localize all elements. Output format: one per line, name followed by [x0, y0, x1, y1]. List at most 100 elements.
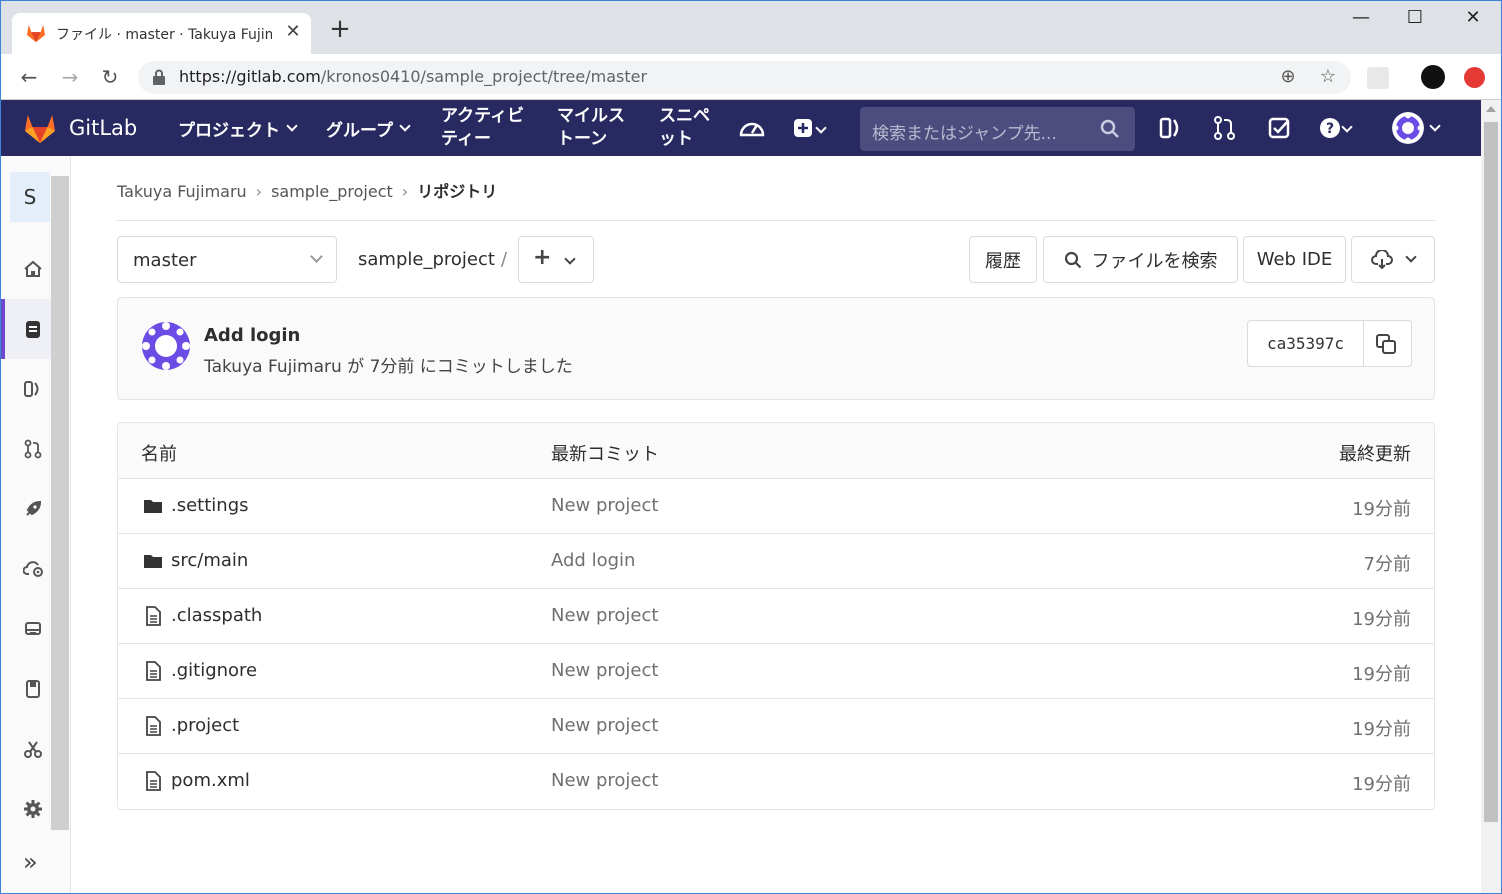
- gitlab-logo-icon[interactable]: [23, 112, 57, 144]
- close-window-icon[interactable]: ✕: [1453, 7, 1493, 35]
- sidebar-item-repository[interactable]: [1, 299, 51, 359]
- zoom-icon[interactable]: ⊕: [1276, 66, 1300, 90]
- sidebar-item-settings[interactable]: [1, 779, 51, 839]
- home-icon: [24, 260, 42, 277]
- last-commit-panel: Add login Takuya Fujimaru が 7分前 にコミットしまし…: [117, 297, 1435, 400]
- commit-author-avatar[interactable]: [142, 322, 190, 370]
- plus-icon: +: [533, 245, 552, 270]
- gitlab-brand[interactable]: GitLab: [69, 116, 137, 140]
- maximize-icon[interactable]: ☐: [1395, 7, 1435, 35]
- web-ide-button[interactable]: Web IDE: [1243, 236, 1346, 283]
- find-file-button[interactable]: ファイルを検索: [1043, 236, 1238, 283]
- table-row[interactable]: pom.xml New project 19分前: [118, 754, 1434, 809]
- extension-icon[interactable]: [1367, 67, 1389, 89]
- sidebar-item-packages[interactable]: [1, 599, 51, 659]
- chevron-right-icon: ›: [255, 182, 263, 201]
- dashboard-gauge-icon[interactable]: [738, 115, 766, 141]
- branch-selector[interactable]: master: [117, 236, 337, 283]
- lock-icon: [153, 69, 165, 85]
- page-scrollbar[interactable]: [1481, 100, 1501, 893]
- rocket-icon: [26, 500, 42, 516]
- reload-icon[interactable]: ↻: [96, 63, 124, 91]
- table-row[interactable]: .classpath New project 19分前: [118, 589, 1434, 644]
- file-icon: [146, 606, 161, 626]
- new-item-dropdown[interactable]: [793, 115, 837, 141]
- profile-avatar[interactable]: [1421, 65, 1445, 89]
- todos-icon[interactable]: [1266, 115, 1294, 141]
- bookmark-star-icon[interactable]: ☆: [1316, 66, 1340, 90]
- svg-text:?: ?: [1326, 121, 1334, 137]
- chevron-down-icon: [815, 122, 827, 134]
- nav-snippets[interactable]: スニペ ット: [659, 100, 710, 156]
- chevron-down-icon: [1405, 251, 1417, 263]
- breadcrumb-user[interactable]: Takuya Fujimaru: [117, 182, 247, 201]
- commit-sha-group: ca35397c: [1247, 320, 1412, 367]
- sidebar-item-project[interactable]: [1, 239, 51, 299]
- commit-title[interactable]: Add login: [204, 325, 300, 346]
- cloud-download-icon: [1371, 249, 1393, 269]
- file-icon: [146, 661, 161, 681]
- breadcrumb-repository[interactable]: リポジトリ: [417, 182, 497, 201]
- address-bar[interactable]: https://gitlab.com/kronos0410/sample_pro…: [138, 61, 1351, 94]
- search-input[interactable]: 検索またはジャンプ先...: [860, 107, 1135, 151]
- breadcrumb: Takuya Fujimaru › sample_project › リポジトリ: [117, 178, 497, 202]
- sidebar-item-ci-cd[interactable]: [1, 479, 51, 539]
- cloud-gear-icon: [23, 561, 43, 577]
- sidebar-item-snippets[interactable]: [1, 719, 51, 779]
- sidebar-item-wiki[interactable]: [1, 659, 51, 719]
- table-row[interactable]: .project New project 19分前: [118, 699, 1434, 754]
- forward-icon[interactable]: →: [56, 63, 84, 91]
- new-tab-button[interactable]: +: [326, 16, 354, 44]
- help-dropdown[interactable]: ?: [1319, 115, 1359, 141]
- help-icon: ?: [1320, 118, 1340, 138]
- chevron-down-icon: [286, 119, 298, 132]
- merge-requests-icon: [24, 439, 42, 459]
- sidebar-item-operations[interactable]: [1, 539, 51, 599]
- table-header: 名前 最新コミット 最終更新: [118, 423, 1434, 479]
- commit-sha[interactable]: ca35397c: [1248, 321, 1364, 366]
- breadcrumb-project[interactable]: sample_project: [271, 182, 393, 201]
- scroll-thumb[interactable]: [1484, 122, 1498, 822]
- header-last-commit: 最新コミット: [551, 444, 659, 465]
- merge-requests-icon[interactable]: [1211, 115, 1239, 141]
- chevron-down-icon[interactable]: [1429, 120, 1441, 132]
- file-icon: [146, 771, 161, 791]
- chevron-right-icon: ›: [401, 182, 409, 201]
- table-row[interactable]: .settings New project 19分前: [118, 479, 1434, 534]
- extension-red-icon[interactable]: [1464, 67, 1485, 88]
- chevron-down-icon: [1341, 121, 1353, 133]
- sidebar-item-merge-requests[interactable]: [1, 419, 51, 479]
- close-tab-icon[interactable]: ✕: [283, 21, 303, 43]
- nav-milestones[interactable]: マイルス トーン: [557, 100, 625, 156]
- browser-tab[interactable]: ファイル · master · Takuya Fujimaru ✕: [12, 13, 311, 54]
- history-button[interactable]: 履歴: [969, 236, 1037, 283]
- gitlab-header: GitLab プロジェクト グループ アクティビ ティー マイルス トーン スニペッ…: [1, 100, 1481, 156]
- table-row[interactable]: src/main Add login 7分前: [118, 534, 1434, 589]
- add-file-dropdown[interactable]: +: [518, 236, 594, 283]
- copy-icon[interactable]: [1375, 333, 1397, 355]
- scroll-up-icon[interactable]: [1486, 106, 1496, 112]
- sidebar-item-issues[interactable]: [1, 359, 51, 419]
- nav-groups[interactable]: グループ: [326, 100, 411, 156]
- project-avatar[interactable]: S: [10, 172, 50, 222]
- scissors-icon: [24, 741, 42, 758]
- chevron-down-icon: [564, 253, 576, 265]
- sidebar-scroll-track[interactable]: [51, 176, 69, 830]
- minimize-icon[interactable]: —: [1341, 7, 1381, 35]
- back-icon[interactable]: ←: [15, 63, 43, 91]
- package-icon: [25, 622, 41, 635]
- nav-activity[interactable]: アクティビ ティー: [441, 100, 524, 156]
- download-dropdown[interactable]: [1351, 236, 1435, 283]
- user-avatar[interactable]: [1392, 112, 1424, 144]
- issues-icon[interactable]: [1158, 115, 1186, 141]
- file-icon: [146, 716, 161, 736]
- repo-path-link[interactable]: sample_project: [358, 249, 495, 270]
- browser-toolbar: ← → ↻ https://gitlab.com/kronos0410/samp…: [1, 54, 1501, 100]
- issues-icon: [24, 381, 39, 397]
- nav-projects[interactable]: プロジェクト: [178, 100, 298, 156]
- book-icon: [26, 680, 40, 698]
- gear-icon: [24, 800, 42, 818]
- collapse-sidebar-icon[interactable]: »: [23, 850, 47, 874]
- table-row[interactable]: .gitignore New project 19分前: [118, 644, 1434, 699]
- folder-icon: [144, 555, 162, 568]
